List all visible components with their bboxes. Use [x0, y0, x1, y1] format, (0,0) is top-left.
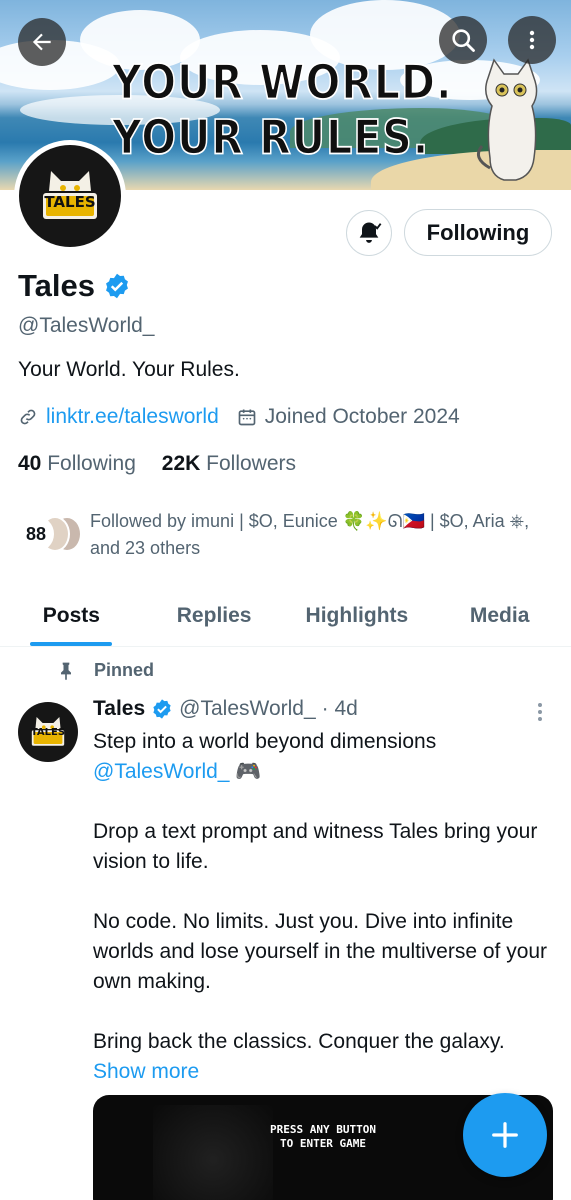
link-icon: [20, 409, 36, 425]
post-paragraph-3: No code. No limits. Just you. Dive into …: [93, 910, 548, 993]
notifications-button[interactable]: [346, 210, 392, 256]
profile-meta: linktr.ee/talesworld Joined October 2024: [18, 405, 460, 429]
followed-by-avatars: 88: [18, 516, 84, 562]
verified-badge-icon[interactable]: [151, 698, 173, 720]
post-paragraph-2: Drop a text prompt and witness Tales bri…: [93, 820, 538, 873]
back-button[interactable]: [18, 18, 66, 66]
bell-icon: [359, 222, 382, 243]
tab-highlights[interactable]: Highlights: [286, 585, 429, 646]
post-avatar-text: TALES: [30, 727, 66, 738]
post-paragraph-1: Step into a world beyond dimensions @Tal…: [93, 730, 437, 783]
avatar-text: TALES: [44, 193, 96, 211]
followed-by-row[interactable]: 88 Followed by imuni | $O, Eunice 🍀✨ᘏ🇵🇭 …: [18, 508, 560, 562]
followers-count-link[interactable]: 22K Followers: [162, 452, 296, 475]
search-button[interactable]: [439, 16, 487, 64]
post-more-button[interactable]: [530, 700, 550, 729]
post-mention[interactable]: @TalesWorld_: [93, 760, 229, 783]
tab-replies[interactable]: Replies: [143, 585, 286, 646]
following-button[interactable]: Following: [404, 209, 552, 256]
verified-badge-icon[interactable]: [103, 272, 131, 300]
cat-illustration: [476, 58, 538, 181]
profile-bio: Your World. Your Rules.: [18, 358, 240, 381]
post-author-name[interactable]: Tales: [93, 697, 145, 721]
back-arrow-icon: [32, 33, 51, 51]
profile-tabs: Posts Replies Highlights Media: [0, 585, 571, 647]
tab-posts[interactable]: Posts: [0, 585, 143, 646]
compose-button[interactable]: [463, 1093, 547, 1177]
followed-by-text: Followed by imuni | $O, Eunice 🍀✨ᘏ🇵🇭 | $…: [90, 511, 530, 558]
profile-link[interactable]: linktr.ee/talesworld: [46, 405, 219, 429]
post-time[interactable]: · 4d: [322, 697, 358, 721]
search-icon: [452, 29, 475, 52]
joined-date: Joined October 2024: [264, 405, 460, 428]
more-vertical-icon: [538, 703, 542, 721]
more-options-button[interactable]: [508, 16, 556, 64]
profile-handle: @TalesWorld_: [18, 314, 155, 337]
pinned-indicator: Pinned: [56, 660, 154, 681]
post-paragraph-4: Bring back the classics. Conquer the gal…: [93, 1030, 505, 1053]
profile-name-row: Tales: [18, 268, 131, 304]
plus-icon: [492, 1122, 518, 1148]
profile-name: Tales: [18, 268, 95, 303]
following-count-link[interactable]: 40 Following: [18, 452, 136, 475]
post-body[interactable]: Step into a world beyond dimensions @Tal…: [93, 727, 553, 1087]
calendar-icon: [238, 409, 256, 426]
followed-by-count: 88: [18, 516, 54, 552]
tab-media[interactable]: Media: [428, 585, 571, 646]
more-vertical-icon: [529, 30, 535, 50]
post-header: Tales @TalesWorld_ · 4d: [93, 697, 358, 721]
follow-counts: 40 Following 22K Followers: [18, 452, 296, 476]
post-author-handle[interactable]: @TalesWorld_: [179, 697, 315, 721]
show-more-link[interactable]: Show more: [93, 1057, 553, 1087]
pin-icon: [61, 662, 71, 680]
